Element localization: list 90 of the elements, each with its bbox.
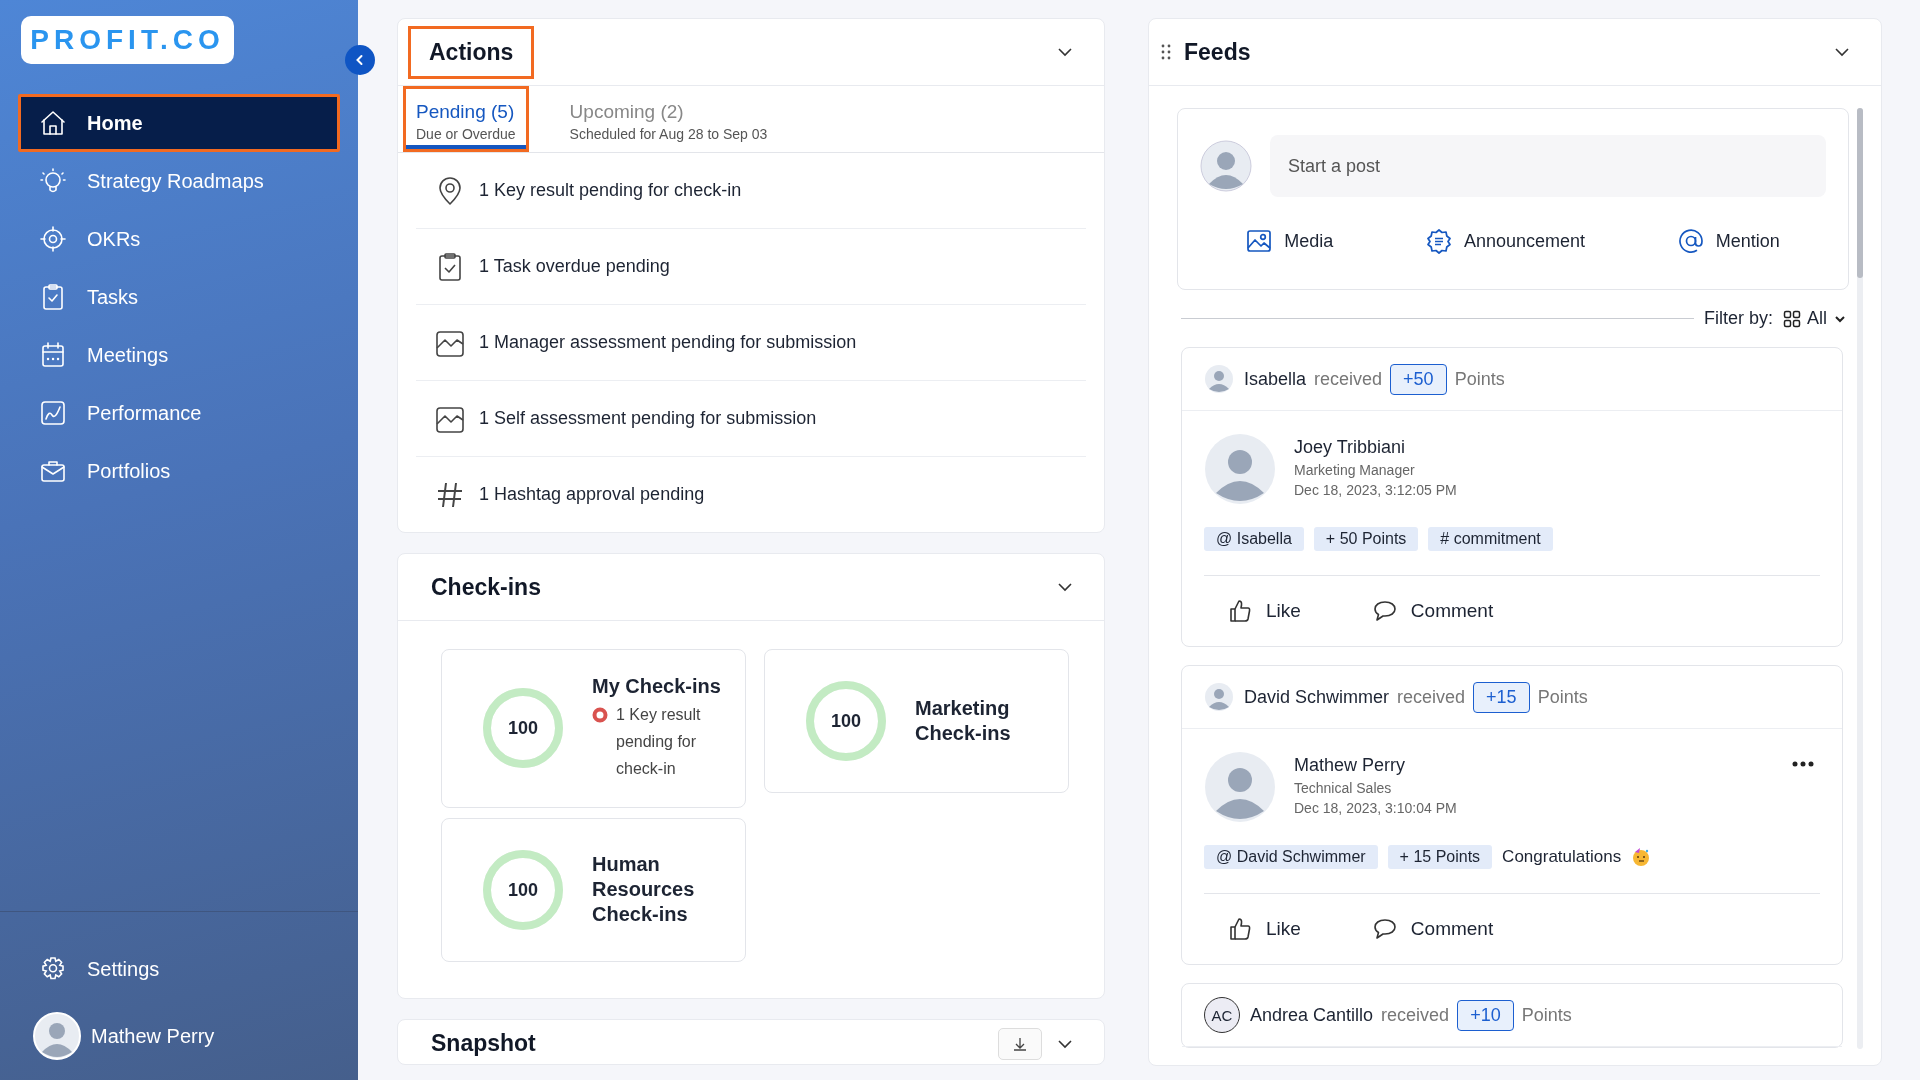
checkin-card[interactable]: 100 Human Resources Check-ins	[441, 817, 746, 962]
points-label: Points	[1537, 686, 1588, 708]
received-label: received	[1381, 1004, 1450, 1026]
target-icon	[39, 225, 67, 253]
action-item[interactable]: 1 Hashtag approval pending	[479, 484, 705, 505]
nav-item[interactable]: Home	[18, 94, 340, 152]
checkin-note: 1 Key result pending for check-in	[616, 705, 702, 780]
avatar-icon	[1200, 140, 1252, 192]
action-item[interactable]: 1 Key result pending for check-in	[479, 180, 742, 201]
nav-item[interactable]: Strategy Roadmaps	[18, 152, 340, 210]
post-date: Dec 18, 2023, 3:10:04 PM	[1294, 800, 1458, 816]
card-title: Feeds	[1183, 37, 1252, 67]
checkin-card[interactable]: 100 My Check-ins 1 Key result pending for check-in	[441, 649, 746, 808]
nav-item[interactable]: OKRs	[18, 210, 340, 268]
author-name[interactable]: Mathew Perry	[1294, 755, 1774, 776]
card-title: Actions	[408, 25, 535, 79]
progress-value: 100	[508, 880, 538, 899]
points-label: Points	[1454, 368, 1505, 390]
tab[interactable]: Upcoming (2) Scheduled for Aug 28 to Sep 03	[556, 86, 781, 152]
avatar-icon[interactable]	[33, 1012, 81, 1060]
progress-value: 100	[831, 712, 861, 730]
drag-handle-icon[interactable]	[1161, 44, 1171, 60]
media-button[interactable]: Media	[1240, 227, 1340, 255]
like-button[interactable]: Like	[1222, 916, 1307, 942]
action-item[interactable]: 1 Self assessment pending for submission	[479, 408, 817, 429]
action-item[interactable]: 1 Manager assessment pending for submission	[479, 332, 857, 353]
download-button[interactable]	[998, 1027, 1042, 1060]
post-date: Dec 18, 2023, 3:12:05 PM	[1294, 482, 1458, 498]
checkin-title: My Check-ins	[592, 674, 722, 699]
thumbs-up-icon	[1228, 917, 1252, 941]
comment-button[interactable]: Comment	[1366, 917, 1500, 941]
checkin-title: Marketing Check-ins	[915, 696, 1012, 746]
author-name[interactable]: Joey Tribbiani	[1294, 437, 1820, 458]
at-sign-icon	[1677, 228, 1704, 254]
home-icon	[39, 109, 67, 137]
more-icon[interactable]	[1792, 761, 1814, 767]
tag[interactable]: + 50 Points	[1313, 527, 1419, 551]
progress-value: 100	[508, 719, 538, 738]
speech-bubble-icon	[1372, 600, 1397, 622]
image-icon	[1246, 228, 1273, 254]
nav-item[interactable]: Meetings	[18, 326, 340, 384]
author-role: Marketing Manager	[1294, 462, 1416, 478]
filter-dropdown[interactable]: All	[1783, 308, 1847, 329]
settings-link[interactable]: Settings	[18, 940, 340, 998]
filter-label: Filter by:	[1703, 308, 1773, 329]
tag[interactable]: # commitment	[1428, 527, 1553, 551]
avatar-icon	[1204, 364, 1234, 394]
tag[interactable]: @ David Schwimmer	[1204, 845, 1378, 869]
speech-bubble-icon	[1372, 918, 1397, 940]
card-title: Snapshot	[430, 1029, 537, 1059]
nav-item[interactable]: Performance	[18, 384, 340, 442]
author-role: Technical Sales	[1294, 780, 1393, 796]
comment-button[interactable]: Comment	[1366, 599, 1500, 623]
announcement-button[interactable]: Announcement	[1419, 227, 1592, 255]
received-label: received	[1314, 368, 1383, 390]
nav-item[interactable]: Tasks	[18, 268, 340, 326]
recipient-name[interactable]: David Schwimmer	[1244, 686, 1390, 708]
points-badge: +50	[1390, 363, 1447, 395]
bulb-icon	[39, 167, 67, 195]
recipient-name[interactable]: Isabella	[1244, 368, 1307, 390]
checkin-title: Human Resources Check-ins	[592, 852, 696, 928]
avatar-initials: AC	[1204, 997, 1240, 1033]
points-label: Points	[1521, 1004, 1572, 1026]
alert-dot-icon	[592, 707, 608, 723]
badge-icon	[1425, 228, 1452, 254]
checkin-card[interactable]: 100 Marketing Check-ins	[764, 649, 1069, 793]
user-name[interactable]: Mathew Perry	[91, 1024, 215, 1048]
points-badge: +15	[1473, 681, 1530, 713]
post-message: Congratulations	[1502, 847, 1622, 867]
action-item[interactable]: 1 Task overdue pending	[479, 256, 670, 277]
received-label: received	[1397, 686, 1466, 708]
nav-item[interactable]: Portfolios	[18, 442, 340, 500]
avatar-icon	[1204, 751, 1276, 823]
download-icon	[1013, 1036, 1027, 1051]
mention-button[interactable]: Mention	[1671, 227, 1786, 255]
card-title: Check-ins	[430, 572, 542, 602]
post-input[interactable]: Start a post	[1270, 135, 1826, 197]
avatar-icon	[1204, 682, 1234, 712]
recipient-name[interactable]: Andrea Cantillo	[1250, 1004, 1374, 1026]
avatar-icon	[1204, 433, 1276, 505]
calendar-icon	[39, 341, 67, 369]
tag[interactable]: + 15 Points	[1387, 845, 1493, 869]
tab[interactable]: Pending (5) Due or Overdue	[403, 86, 529, 152]
collapse-button[interactable]	[345, 45, 375, 75]
thumbs-up-icon	[1228, 599, 1252, 623]
grid-icon	[1783, 309, 1801, 328]
chart-icon	[39, 399, 67, 427]
like-button[interactable]: Like	[1222, 598, 1307, 624]
points-badge: +10	[1457, 999, 1514, 1031]
tag[interactable]: @ Isabella	[1204, 527, 1304, 551]
